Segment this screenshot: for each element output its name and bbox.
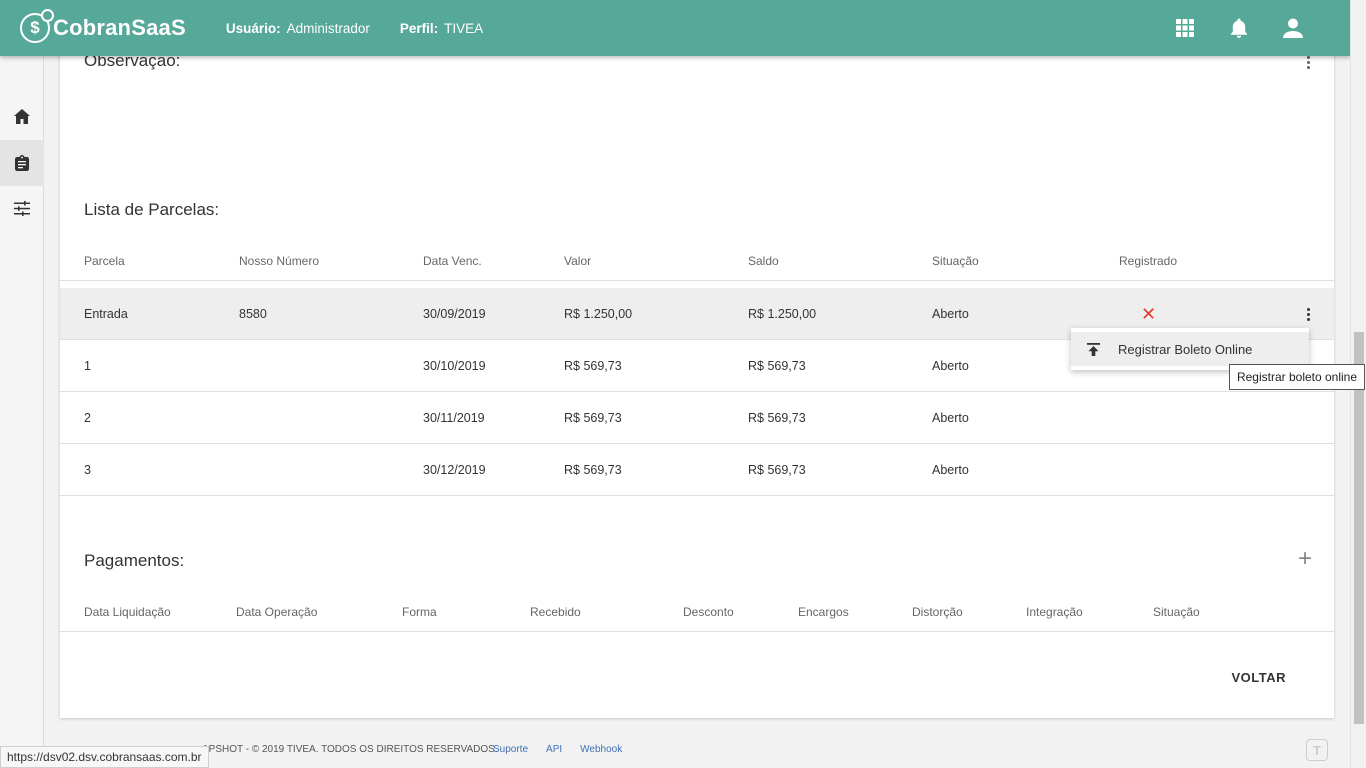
dot-icon: [1306, 61, 1310, 64]
cell-saldo: R$ 1.250,00: [748, 307, 817, 321]
cell-saldo: R$ 569,73: [748, 359, 806, 373]
cell-saldo: R$ 569,73: [748, 463, 806, 477]
row-menu-button[interactable]: [1307, 308, 1310, 321]
col-data-venc: Data Venc.: [423, 254, 482, 268]
cell-situacao: Aberto: [932, 463, 969, 477]
pagamentos-title: Pagamentos:: [84, 551, 185, 570]
register-boleto-menu-item[interactable]: Registrar Boleto Online: [1071, 332, 1309, 366]
brand-logo-icon: T: [1306, 739, 1328, 761]
col-data-operacao: Data Operação: [236, 605, 318, 619]
user-icon: [1283, 18, 1303, 38]
browser-status-url: https://dsv02.dsv.cobransaas.com.br: [0, 746, 209, 768]
main-card: Observação: Lista de Parcelas: Parcela N…: [60, 40, 1334, 718]
user-label: Usuário:: [225, 20, 281, 36]
profile-info: Perfil: TIVEA: [400, 21, 483, 36]
sidebar-item-home[interactable]: [0, 93, 44, 139]
add-payment-button[interactable]: +: [1298, 545, 1312, 573]
cell-data-venc: 30/10/2019: [423, 359, 486, 373]
footer-link-webhook[interactable]: Webhook: [580, 744, 622, 755]
col-data-liquidacao: Data Liquidação: [84, 605, 171, 619]
dot-icon: [1307, 318, 1310, 321]
dot-icon: [1306, 56, 1310, 59]
cell-valor: R$ 569,73: [564, 463, 622, 477]
top-actions: [1158, 0, 1320, 56]
profile-label: Perfil:: [399, 20, 439, 36]
footer-link-suporte[interactable]: Suporte: [493, 744, 528, 755]
cell-situacao: Aberto: [932, 307, 969, 321]
user-value: Administrador: [286, 20, 370, 36]
cell-data-venc: 30/11/2019: [423, 411, 485, 425]
session-info: Usuário: Administrador Perfil: TIVEA: [226, 21, 513, 36]
logo-text: CobranSaaS: [53, 15, 186, 40]
register-boleto-label: Registrar Boleto Online: [1118, 341, 1253, 357]
apps-grid-icon: [1176, 19, 1194, 37]
cell-parcela: Entrada: [84, 307, 128, 321]
cell-saldo: R$ 569,73: [748, 411, 806, 425]
voltar-button[interactable]: VOLTAR: [1231, 670, 1286, 685]
logo[interactable]: $ CobranSaaS: [20, 9, 186, 43]
parcelas-title: Lista de Parcelas:: [84, 200, 220, 219]
parcelas-table-header: Parcela Nosso Número Data Venc. Valor Sa…: [60, 241, 1334, 281]
footer-links: Suporte API Webhook: [493, 744, 622, 755]
copyright: APSHOT - © 2019 TIVEA. TODOS OS DIREITOS…: [202, 743, 498, 755]
tooltip: Registrar boleto online: [1229, 364, 1365, 390]
cell-parcela: 3: [84, 463, 91, 477]
apps-button[interactable]: [1158, 0, 1212, 56]
cell-data-venc: 30/12/2019: [423, 463, 486, 477]
profile-value: TIVEA: [444, 20, 484, 36]
home-icon: [14, 108, 30, 124]
footer-link-api[interactable]: API: [546, 744, 562, 755]
scrollbar-thumb[interactable]: [1354, 332, 1364, 724]
col-nosso-numero: Nosso Número: [239, 254, 320, 268]
col-saldo: Saldo: [748, 254, 779, 268]
clipboard-icon: [15, 155, 29, 171]
col-recebido: Recebido: [530, 605, 581, 619]
cell-situacao: Aberto: [932, 359, 969, 373]
cell-valor: R$ 569,73: [564, 411, 622, 425]
col-valor: Valor: [564, 254, 592, 268]
pagamentos-table-header: Data Liquidação Data Operação Forma Rece…: [60, 592, 1334, 632]
observacao-menu-button[interactable]: [1304, 56, 1312, 69]
table-row[interactable]: 2 30/11/2019 R$ 569,73 R$ 569,73 Aberto: [60, 392, 1334, 444]
sliders-icon: [14, 200, 30, 216]
col-forma: Forma: [402, 605, 437, 619]
cell-situacao: Aberto: [932, 411, 969, 425]
sidebar: [0, 56, 44, 768]
col-distorcao: Distorção: [912, 605, 963, 619]
table-row[interactable]: 3 30/12/2019 R$ 569,73 R$ 569,73 Aberto: [60, 444, 1334, 496]
dot-icon: [1306, 66, 1310, 69]
sidebar-item-settings[interactable]: [0, 185, 44, 231]
cell-valor: R$ 569,73: [564, 359, 622, 373]
col-encargos: Encargos: [798, 605, 849, 619]
user-button[interactable]: [1266, 0, 1320, 56]
dot-icon: [1307, 308, 1310, 311]
notifications-button[interactable]: [1212, 0, 1266, 56]
bell-icon: [1231, 18, 1247, 38]
upload-icon: [1087, 342, 1100, 356]
col-situacao-pagamento: Situação: [1153, 605, 1200, 619]
footer: APSHOT - © 2019 TIVEA. TODOS OS DIREITOS…: [44, 730, 1350, 768]
cell-valor: R$ 1.250,00: [564, 307, 633, 321]
cell-parcela: 2: [84, 411, 91, 425]
sidebar-item-clipboard[interactable]: [0, 140, 44, 186]
dot-icon: [1307, 313, 1310, 316]
col-situacao: Situação: [932, 254, 979, 268]
cell-nosso-numero: 8580: [239, 307, 267, 321]
col-integracao: Integração: [1026, 605, 1083, 619]
cell-parcela: 1: [84, 359, 91, 373]
user-info: Usuário: Administrador: [226, 21, 370, 36]
col-desconto: Desconto: [683, 605, 734, 619]
col-parcela: Parcela: [84, 254, 125, 268]
col-registrado: Registrado: [1119, 254, 1178, 268]
logo-mark-icon: $: [20, 9, 54, 43]
top-bar: $ CobranSaaS Usuário: Administrador Perfi…: [0, 0, 1350, 56]
cell-data-venc: 30/09/2019: [423, 307, 486, 321]
